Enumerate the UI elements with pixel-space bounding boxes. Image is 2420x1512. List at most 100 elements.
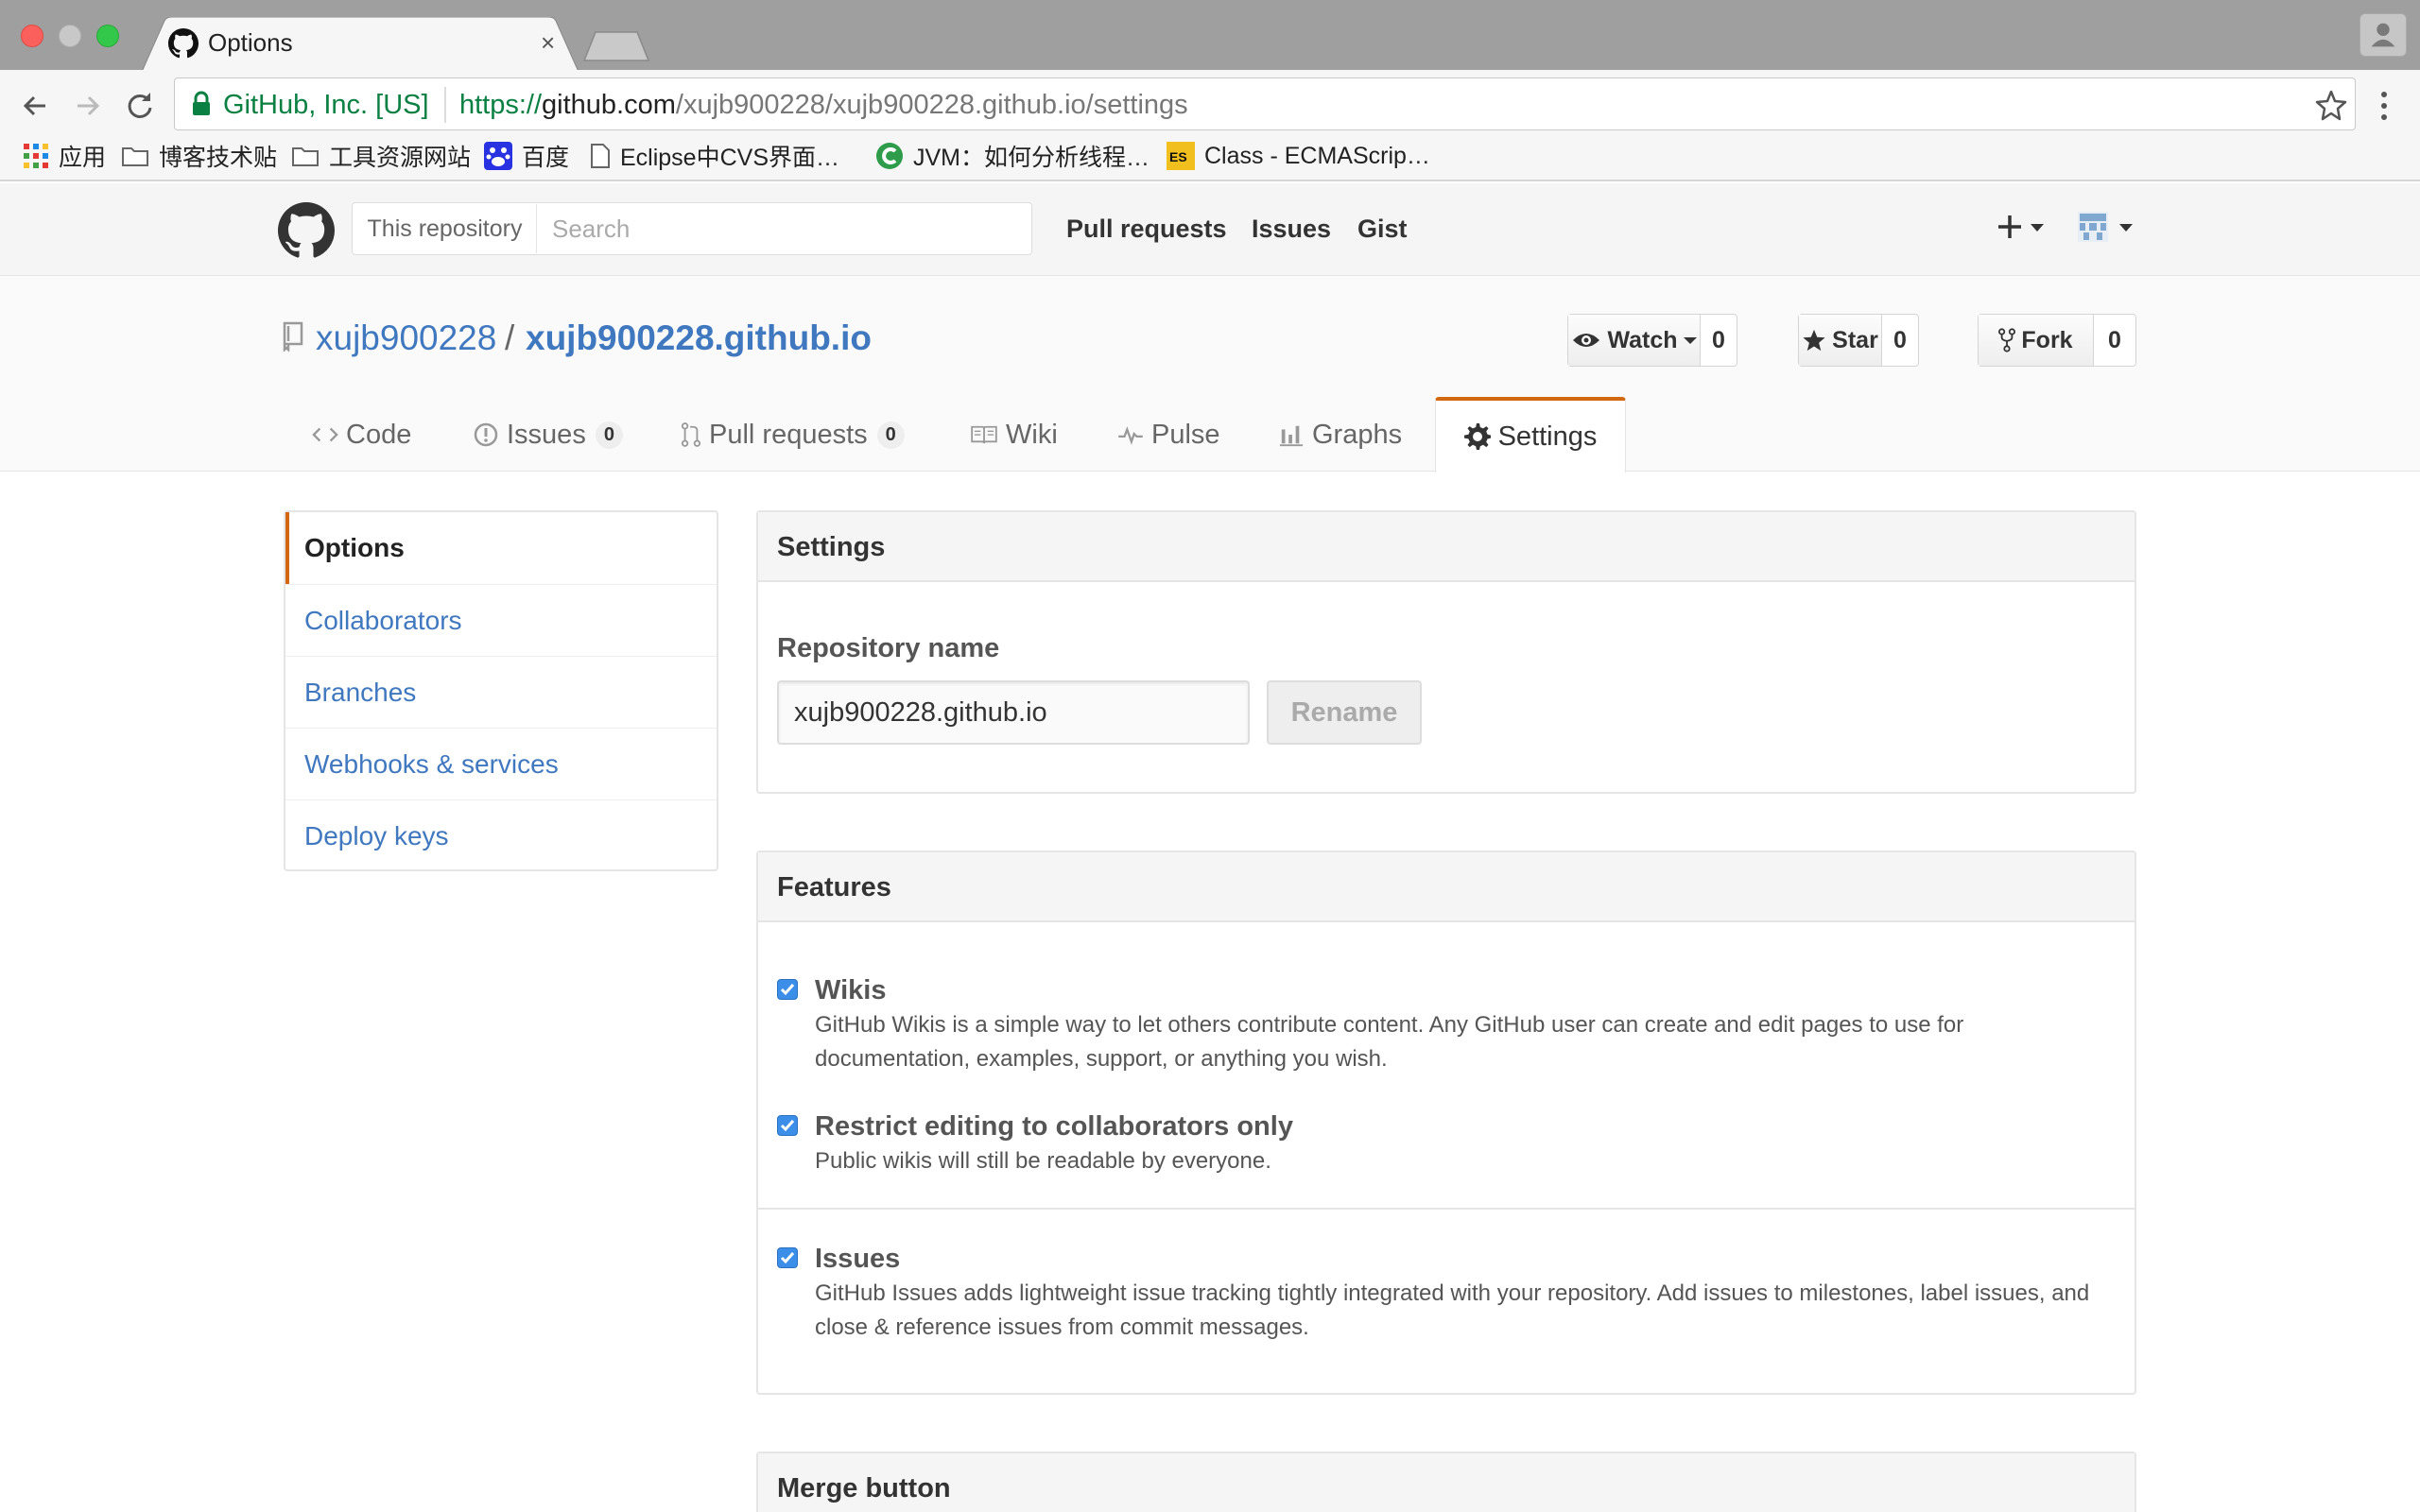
es-badge-icon: ES bbox=[1167, 142, 1195, 170]
bookmark-folder-blog[interactable]: 博客技术贴 bbox=[121, 140, 277, 172]
github-octocat-logo-icon[interactable] bbox=[278, 202, 335, 259]
lock-icon bbox=[193, 91, 210, 115]
wikis-checkbox[interactable] bbox=[777, 979, 798, 1000]
repo-owner-link[interactable]: xujb900228 bbox=[316, 318, 496, 359]
graph-bars-icon bbox=[1279, 425, 1304, 447]
fork-button-group: Fork 0 bbox=[1978, 314, 2136, 367]
code-brackets-icon bbox=[312, 427, 338, 442]
repository-name-input[interactable] bbox=[777, 680, 1250, 745]
svg-text:ES: ES bbox=[1169, 149, 1187, 164]
url-path: /xujb900228/xujb900228.github.io/setting… bbox=[675, 90, 1188, 120]
nav-gist[interactable]: Gist bbox=[1357, 212, 1408, 246]
url-scheme: https:// bbox=[459, 90, 543, 120]
bookmark-ecmascript[interactable]: ES Class - ECMAScrip… bbox=[1167, 140, 1430, 172]
restrict-editing-title: Restrict editing to collaborators only bbox=[815, 1111, 1293, 1142]
issue-opened-icon bbox=[474, 422, 498, 447]
tab-graphs[interactable]: Graphs bbox=[1278, 397, 1402, 472]
menu-item-options[interactable]: Options bbox=[285, 512, 717, 584]
tab-settings[interactable]: Settings bbox=[1435, 397, 1626, 472]
menu-item-branches[interactable]: Branches bbox=[285, 656, 717, 728]
star-button[interactable]: Star bbox=[1799, 315, 1882, 366]
pulse-icon bbox=[1118, 426, 1143, 445]
bookmark-apps[interactable]: 应用 bbox=[23, 140, 106, 172]
nav-pull-requests[interactable]: Pull requests bbox=[1066, 212, 1227, 246]
checkmark-icon bbox=[780, 1120, 795, 1132]
issues-description: GitHub Issues adds lightweight issue tra… bbox=[815, 1280, 2090, 1340]
checkmark-icon bbox=[780, 984, 795, 996]
folder-icon bbox=[122, 147, 148, 166]
repository-name-label: Repository name bbox=[777, 633, 1000, 663]
url-host: github.com bbox=[542, 90, 676, 120]
create-new-plus-icon[interactable] bbox=[1996, 210, 2046, 244]
watch-count[interactable]: 0 bbox=[1701, 315, 1737, 366]
bookmark-label: 工具资源网站 bbox=[329, 145, 472, 171]
restrict-editing-description: Public wikis will still be readable by e… bbox=[815, 1148, 1271, 1174]
new-tab-button[interactable] bbox=[582, 30, 650, 62]
bookmark-baidu[interactable]: 百度 bbox=[484, 140, 569, 172]
tab-wiki[interactable]: Wiki bbox=[970, 397, 1058, 472]
page-icon bbox=[591, 144, 610, 168]
checkmark-icon bbox=[780, 1252, 795, 1264]
bookmark-label: 百度 bbox=[522, 145, 570, 171]
star-label: Star bbox=[1832, 326, 1878, 353]
c-logo-icon bbox=[876, 143, 903, 169]
tab-code-label: Code bbox=[346, 419, 412, 450]
browser-tab-title: Options bbox=[208, 28, 293, 57]
watch-button[interactable]: Watch bbox=[1568, 315, 1701, 366]
repo-path-separator: / bbox=[505, 318, 515, 357]
bookmark-label: 博客技术贴 bbox=[159, 145, 278, 171]
bookmark-folder-tools[interactable]: 工具资源网站 bbox=[291, 140, 471, 172]
back-arrow-icon[interactable] bbox=[17, 87, 55, 125]
merge-button-panel-title: Merge button bbox=[758, 1453, 2135, 1512]
restrict-editing-checkbox[interactable] bbox=[777, 1115, 798, 1136]
settings-panel-title: Settings bbox=[758, 512, 2135, 582]
window-close-button[interactable] bbox=[21, 25, 43, 47]
baidu-paw-icon bbox=[484, 142, 512, 170]
fork-count[interactable]: 0 bbox=[2094, 315, 2135, 366]
menu-item-deploy-keys[interactable]: Deploy keys bbox=[285, 799, 717, 871]
book-icon bbox=[971, 425, 997, 444]
tab-settings-label: Settings bbox=[1497, 421, 1598, 452]
eye-icon bbox=[1573, 334, 1600, 347]
tab-pull-requests[interactable]: Pull requests 0 bbox=[681, 397, 905, 472]
ev-certificate-label[interactable]: GitHub, Inc. [US] bbox=[223, 89, 429, 121]
person-icon bbox=[2371, 23, 2395, 47]
menu-item-collaborators[interactable]: Collaborators bbox=[285, 584, 717, 656]
user-avatar[interactable] bbox=[2076, 210, 2136, 244]
repo-book-icon bbox=[283, 321, 303, 352]
star-count[interactable]: 0 bbox=[1882, 315, 1918, 366]
bookmark-eclipse[interactable]: Eclipse中CVS界面… bbox=[590, 140, 839, 172]
tab-code[interactable]: Code bbox=[312, 397, 411, 472]
repo-name-link[interactable]: xujb900228.github.io bbox=[526, 318, 872, 359]
tab-graphs-label: Graphs bbox=[1312, 419, 1403, 450]
issues-counter: 0 bbox=[595, 421, 623, 449]
issues-checkbox[interactable] bbox=[777, 1247, 798, 1268]
tab-pulse[interactable]: Pulse bbox=[1117, 397, 1220, 472]
browser-tab-close-icon[interactable]: × bbox=[541, 26, 555, 59]
nav-issues[interactable]: Issues bbox=[1252, 212, 1331, 246]
fork-button[interactable]: Fork bbox=[1979, 315, 2094, 366]
profile-button[interactable] bbox=[2360, 13, 2407, 57]
features-divider bbox=[758, 1208, 2135, 1210]
github-favicon-icon bbox=[168, 28, 199, 59]
tab-issues[interactable]: Issues 0 bbox=[473, 397, 623, 472]
rename-button[interactable]: Rename bbox=[1267, 680, 1422, 745]
wikis-description: GitHub Wikis is a simple way to let othe… bbox=[815, 1012, 1964, 1072]
bookmark-star-icon[interactable] bbox=[2314, 89, 2348, 123]
wikis-title: Wikis bbox=[815, 975, 887, 1005]
forward-arrow-icon[interactable] bbox=[68, 87, 106, 125]
issues-title: Issues bbox=[815, 1244, 901, 1274]
reload-icon[interactable] bbox=[121, 87, 159, 125]
window-minimize-button[interactable] bbox=[59, 25, 81, 47]
bookmark-jvm[interactable]: JVM：如何分析线程… bbox=[875, 140, 1150, 172]
search-input[interactable] bbox=[541, 204, 1028, 253]
address-divider bbox=[444, 87, 446, 123]
browser-menu-icon[interactable] bbox=[2375, 89, 2394, 123]
url-text[interactable]: https://github.com/xujb900228/xujb900228… bbox=[459, 89, 1188, 121]
features-panel-title: Features bbox=[758, 852, 2135, 922]
window-maximize-button[interactable] bbox=[96, 25, 119, 47]
tab-pulse-label: Pulse bbox=[1151, 419, 1220, 450]
watch-label: Watch bbox=[1607, 326, 1678, 353]
pull-requests-counter: 0 bbox=[876, 421, 905, 449]
menu-item-webhooks[interactable]: Webhooks & services bbox=[285, 728, 717, 799]
